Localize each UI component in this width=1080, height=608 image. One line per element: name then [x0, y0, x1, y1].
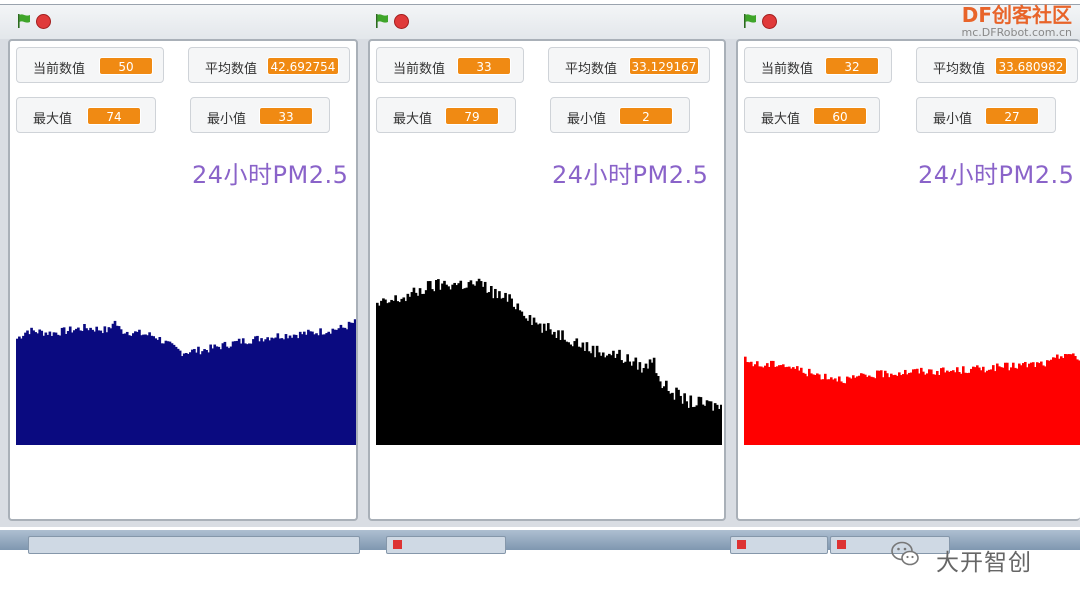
- average-value-monitor: 平均数值 42.692754: [188, 47, 350, 83]
- app-icon: [837, 540, 846, 549]
- stage: 当前数值 50 平均数值 42.692754 最大值 74 最小值 33 24小…: [8, 39, 358, 521]
- monitor-value: 2: [619, 107, 673, 125]
- monitor-label: 最大值: [761, 112, 801, 127]
- monitor-label: 当前数值: [761, 62, 814, 77]
- max-value-monitor: 最大值 79: [376, 97, 516, 133]
- monitor-value: 50: [99, 57, 153, 75]
- monitor-value: 27: [985, 107, 1039, 125]
- chart-bar: [355, 321, 356, 445]
- chart-bar: [353, 319, 356, 445]
- taskbar-item[interactable]: [730, 536, 828, 554]
- average-value-monitor: 平均数值 33.680982: [916, 47, 1078, 83]
- taskbar-item[interactable]: [386, 536, 506, 554]
- app-icon: [737, 540, 746, 549]
- chart-title: 24小时PM2.5: [552, 161, 709, 189]
- sprite-window-3: 当前数值 32 平均数值 33.680982 最大值 60 最小值 27 24小…: [728, 4, 1080, 527]
- monitor-label: 平均数值: [933, 62, 986, 77]
- stop-icon[interactable]: [36, 14, 51, 29]
- monitor-value: 79: [445, 107, 499, 125]
- monitor-value: 33.129167: [629, 57, 699, 75]
- monitor-label: 最小值: [207, 112, 247, 127]
- chart-title: 24小时PM2.5: [192, 161, 349, 189]
- monitor-label: 最大值: [393, 112, 433, 127]
- monitor-value: 33: [259, 107, 313, 125]
- monitor-value: 33: [457, 57, 511, 75]
- logo-url: mc.DFRobot.com.cn: [961, 26, 1072, 39]
- monitor-value: 33.680982: [995, 57, 1067, 75]
- sprite-window-1: 当前数值 50 平均数值 42.692754 最大值 74 最小值 33 24小…: [0, 4, 360, 527]
- monitor-value: 74: [87, 107, 141, 125]
- monitor-label: 最小值: [567, 112, 607, 127]
- current-value-monitor: 当前数值 50: [16, 47, 164, 83]
- min-value-monitor: 最小值 33: [190, 97, 330, 133]
- monitor-label: 最大值: [33, 112, 73, 127]
- monitor-label: 当前数值: [393, 62, 446, 77]
- min-value-monitor: 最小值 27: [916, 97, 1056, 133]
- logo-text: DF创客社区: [961, 3, 1072, 27]
- monitor-label: 最小值: [933, 112, 973, 127]
- monitor-label: 平均数值: [205, 62, 258, 77]
- stage: 当前数值 32 平均数值 33.680982 最大值 60 最小值 27 24小…: [736, 39, 1080, 521]
- green-flag-icon[interactable]: [742, 13, 758, 29]
- taskbar-item[interactable]: [28, 536, 360, 554]
- wechat-icon: [891, 541, 919, 566]
- stop-icon[interactable]: [762, 14, 777, 29]
- current-value-monitor: 当前数值 33: [376, 47, 524, 83]
- current-value-monitor: 当前数值 32: [744, 47, 892, 83]
- green-flag-icon[interactable]: [16, 13, 32, 29]
- chart-bar: [719, 404, 722, 445]
- max-value-monitor: 最大值 60: [744, 97, 880, 133]
- monitor-label: 当前数值: [33, 62, 86, 77]
- max-value-monitor: 最大值 74: [16, 97, 156, 133]
- app-icon: [393, 540, 402, 549]
- monitor-label: 平均数值: [565, 62, 618, 77]
- monitor-value: 42.692754: [267, 57, 339, 75]
- dfrobot-logo: DF创客社区 mc.DFRobot.com.cn: [962, 4, 1072, 40]
- sprite-window-2: 当前数值 33 平均数值 33.129167 最大值 79 最小值 2 24小时…: [360, 4, 728, 527]
- stop-icon[interactable]: [394, 14, 409, 29]
- stage: 当前数值 33 平均数值 33.129167 最大值 79 最小值 2 24小时…: [368, 39, 726, 521]
- window-toolbar: [0, 5, 360, 39]
- green-flag-icon[interactable]: [374, 13, 390, 29]
- watermark-text: 大开智创: [936, 550, 1032, 576]
- min-value-monitor: 最小值 2: [550, 97, 690, 133]
- window-toolbar: [360, 5, 728, 39]
- monitor-value: 32: [825, 57, 879, 75]
- average-value-monitor: 平均数值 33.129167: [548, 47, 710, 83]
- chart-title: 24小时PM2.5: [918, 161, 1075, 189]
- monitor-value: 60: [813, 107, 867, 125]
